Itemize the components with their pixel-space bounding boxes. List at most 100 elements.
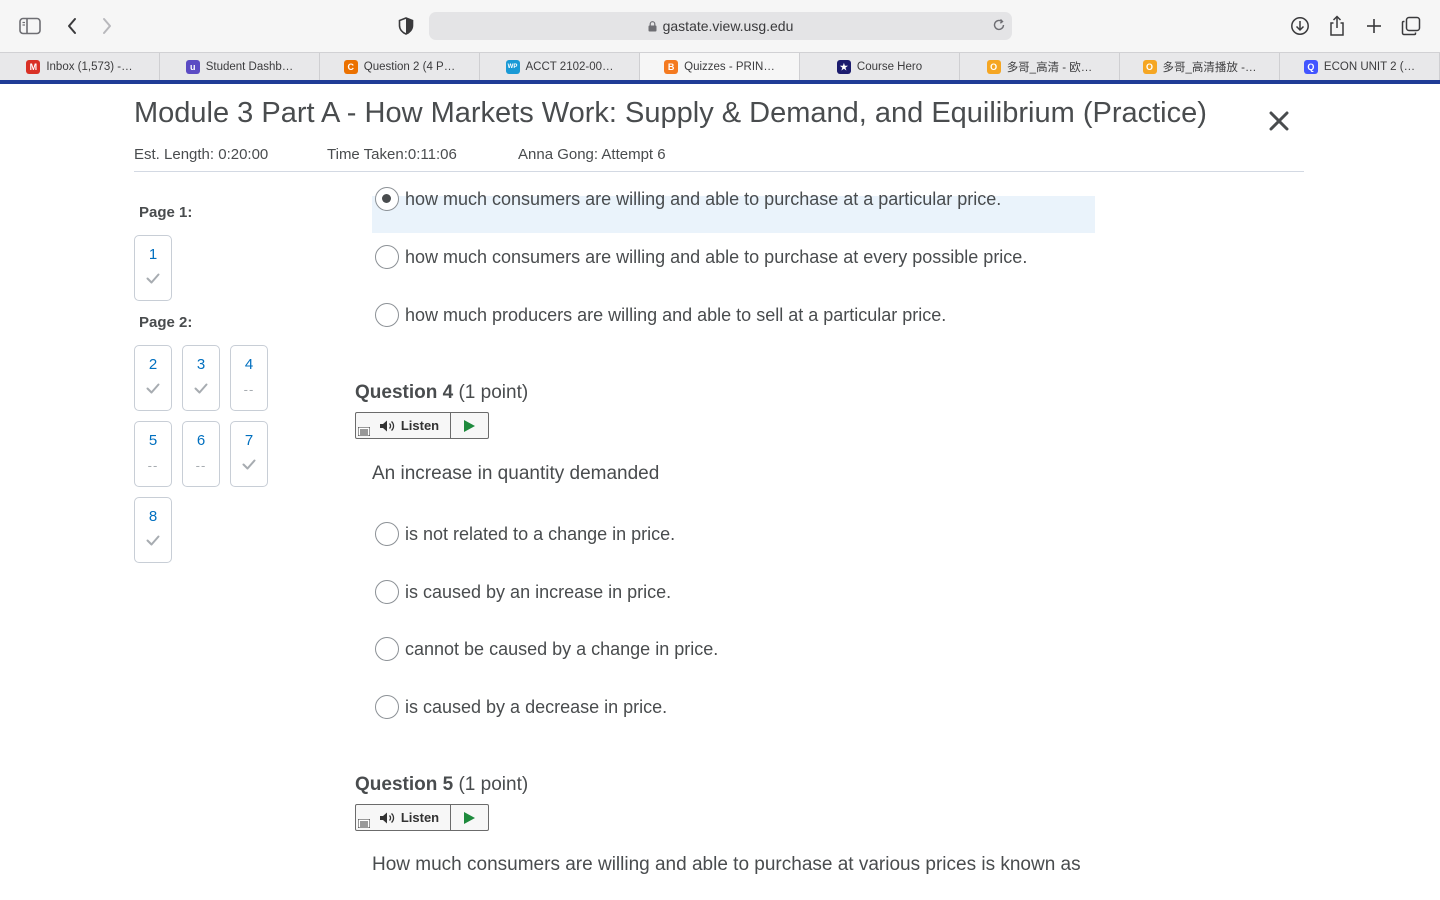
option-text: is caused by an increase in price. (405, 581, 672, 602)
lock-icon (648, 20, 657, 31)
radio-button-selected[interactable] (375, 187, 399, 211)
checkmark-icon (231, 458, 267, 473)
student-dashboard-icon: u (185, 60, 200, 74)
q4-option-1[interactable]: is not related to a change in price. (375, 522, 675, 546)
checkmark-icon (135, 382, 171, 397)
header-divider (134, 171, 1304, 172)
time-taken: Time Taken:0:11:06 (327, 146, 457, 163)
browser-tab[interactable]: O 多哥_高清播放 -… (1120, 53, 1280, 81)
video-site-icon: O (986, 60, 1001, 74)
listen-widget: Listen (355, 804, 489, 831)
page-1-label: Page 1: (139, 204, 193, 221)
privacy-shield-icon[interactable] (393, 13, 419, 39)
sidebar-toggle-icon[interactable] (17, 13, 43, 39)
menu-icon[interactable] (358, 427, 370, 436)
browser-tab-label: Course Hero (856, 61, 923, 73)
close-icon[interactable] (1264, 106, 1294, 136)
gmail-icon: M (26, 60, 41, 74)
browser-tab[interactable]: C Question 2 (4 P… (320, 53, 480, 81)
menu-icon[interactable] (358, 819, 370, 828)
browser-tab[interactable]: WP ACCT 2102-00… (480, 53, 640, 81)
browser-tab-label: 多哥_高清播放 -… (1162, 62, 1257, 74)
attempt-info: Anna Gong: Attempt 6 (518, 146, 666, 163)
browser-tab-label: Student Dashb… (205, 61, 294, 73)
address-bar[interactable]: gastate.view.usg.edu (429, 12, 1012, 40)
q3-option-3[interactable]: how much producers are willing and able … (375, 303, 946, 327)
video-site-icon: O (1142, 60, 1157, 74)
q3-option-1[interactable]: how much consumers are willing and able … (375, 187, 1001, 211)
option-text: how much consumers are willing and able … (405, 246, 1028, 267)
downloads-icon[interactable] (1287, 13, 1313, 39)
q4-option-4[interactable]: is caused by a decrease in price. (375, 695, 667, 719)
listen-widget: Listen (355, 412, 489, 439)
question-nav-1[interactable]: 1 (134, 235, 172, 301)
speaker-icon (379, 812, 394, 823)
q4-option-3[interactable]: cannot be caused by a change in price. (375, 637, 718, 661)
browser-tab-label: ECON UNIT 2 (… (1323, 61, 1416, 73)
tab-overview-icon[interactable] (1398, 13, 1424, 39)
browser-tab[interactable]: M Inbox (1,573) -… (0, 53, 160, 81)
question-nav-4[interactable]: 4 -- (230, 345, 268, 411)
question-number: 7 (244, 432, 254, 449)
page-title: Module 3 Part A - How Markets Work: Supp… (134, 97, 1207, 129)
browser-tab[interactable]: B Quizzes - PRIN… (640, 53, 800, 81)
question-nav-3[interactable]: 3 (182, 345, 220, 411)
quizlet-icon: Q (1303, 60, 1318, 74)
question-number: 8 (148, 508, 158, 525)
browser-tab-label: Quizzes - PRIN… (684, 61, 775, 73)
page-2-label: Page 2: (139, 314, 193, 331)
question-number: 1 (148, 246, 158, 263)
question-points: (1 point) (458, 382, 529, 403)
tab-bar: M Inbox (1,573) -… u Student Dashb… C Questio… (0, 52, 1440, 81)
q3-option-2[interactable]: how much consumers are willing and able … (375, 245, 1027, 269)
browser-tab[interactable]: u Student Dashb… (160, 53, 320, 81)
question-points: (1 point) (458, 774, 529, 795)
question-label: Question 4 (355, 382, 454, 403)
question-nav-7[interactable]: 7 (230, 421, 268, 487)
radio-button[interactable] (375, 522, 399, 546)
unanswered-status: -- (243, 382, 255, 397)
play-icon (464, 811, 475, 824)
q4-option-2[interactable]: is caused by an increase in price. (375, 580, 671, 604)
listen-label: Listen (400, 418, 440, 433)
option-text: is caused by a decrease in price. (405, 696, 668, 717)
browser-tab[interactable]: ★ Course Hero (800, 53, 960, 81)
question-nav-2[interactable]: 2 (134, 345, 172, 411)
option-text: how much producers are willing and able … (405, 304, 947, 325)
question-4-heading: Question 4 (1 point) (355, 382, 528, 404)
radio-button[interactable] (375, 637, 399, 661)
checkmark-icon (135, 272, 171, 287)
browser-tab[interactable]: O 多哥_高清 - 欧… (960, 53, 1120, 81)
question-number: 2 (148, 356, 158, 373)
radio-button[interactable] (375, 580, 399, 604)
radio-button[interactable] (375, 695, 399, 719)
unanswered-status: -- (147, 458, 159, 473)
radio-button[interactable] (375, 245, 399, 269)
browser-tab-label: Inbox (1,573) -… (46, 61, 133, 73)
listen-button[interactable]: Listen (356, 413, 451, 438)
reload-icon[interactable] (992, 18, 1006, 35)
browser-tab-label: Question 2 (4 P… (363, 61, 456, 73)
forward-icon[interactable] (94, 13, 120, 39)
chegg-icon: C (343, 60, 358, 74)
question-5-heading: Question 5 (1 point) (355, 774, 528, 796)
question-nav-6[interactable]: 6 -- (182, 421, 220, 487)
option-text: how much consumers are willing and able … (405, 188, 1002, 209)
estimated-length: Est. Length: 0:20:00 (134, 146, 269, 163)
play-button[interactable] (451, 805, 488, 830)
browser-toolbar: gastate.view.usg.edu (0, 0, 1440, 52)
play-button[interactable] (451, 413, 488, 438)
speaker-icon (379, 420, 394, 431)
question-nav-8[interactable]: 8 (134, 497, 172, 563)
new-tab-icon[interactable] (1361, 13, 1387, 39)
browser-tab-label: ACCT 2102-00… (525, 61, 614, 73)
site-header-bar (0, 80, 1440, 84)
d2l-icon: B (664, 60, 679, 74)
back-icon[interactable] (59, 13, 85, 39)
share-icon[interactable] (1324, 13, 1350, 39)
listen-button[interactable]: Listen (356, 805, 451, 830)
browser-tab[interactable]: Q ECON UNIT 2 (… (1280, 53, 1440, 81)
question-nav-5[interactable]: 5 -- (134, 421, 172, 487)
question-4-text: An increase in quantity demanded (372, 463, 660, 484)
radio-button[interactable] (375, 303, 399, 327)
